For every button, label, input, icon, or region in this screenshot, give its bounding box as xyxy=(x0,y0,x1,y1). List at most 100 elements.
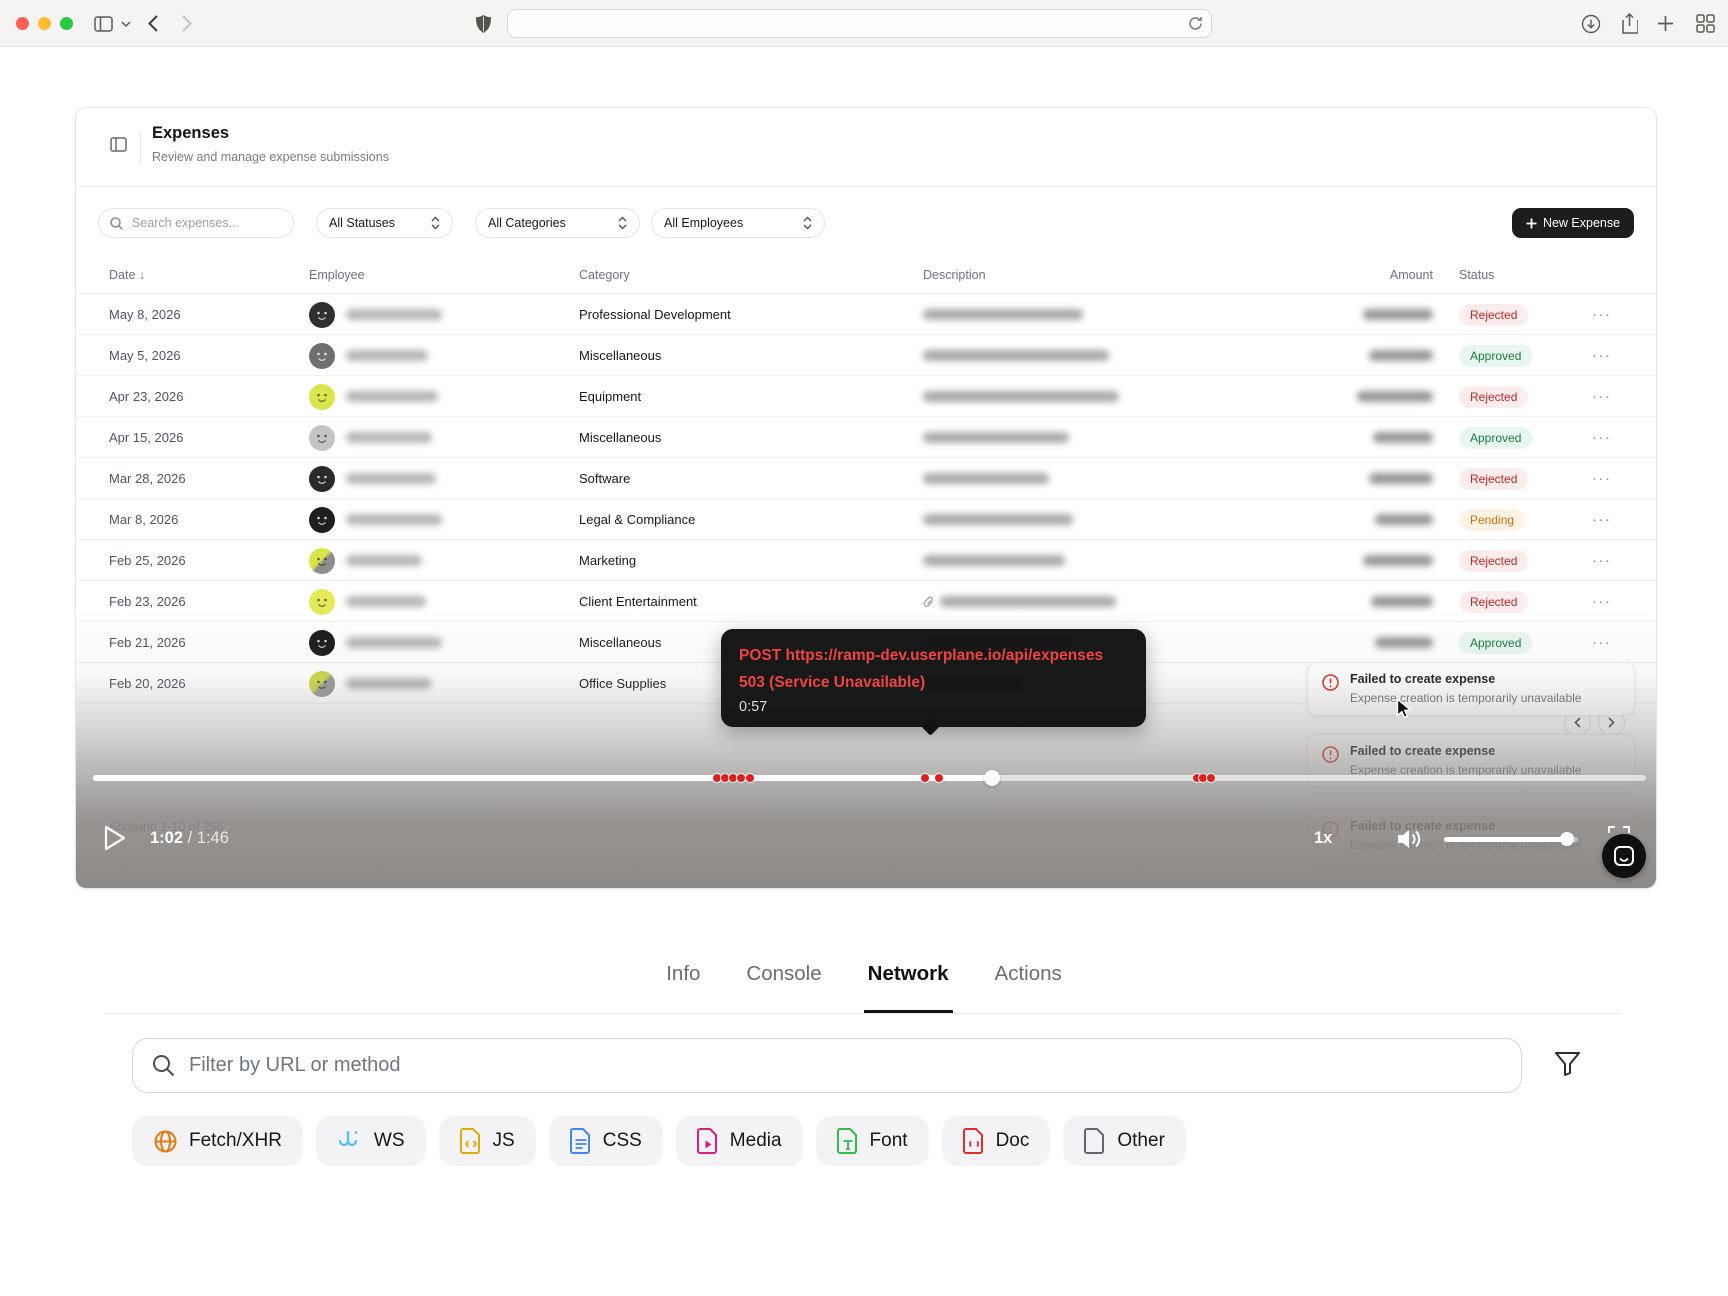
chip-doc[interactable]: Doc xyxy=(942,1116,1051,1166)
chip-label: WS xyxy=(374,1130,405,1152)
filter-select-all-employees[interactable]: All Employees xyxy=(651,208,825,238)
table-header: Date ↓ Employee Category Description Amo… xyxy=(76,258,1656,294)
column-header-description[interactable]: Description xyxy=(923,268,986,282)
tab-actions[interactable]: Actions xyxy=(995,962,1062,1014)
table-row[interactable]: May 8, 2026Professional DevelopmentRejec… xyxy=(76,294,1656,335)
playback-speed-button[interactable]: 1x xyxy=(1314,829,1332,848)
row-menu-button[interactable]: ··· xyxy=(1592,622,1622,663)
downloads-button[interactable] xyxy=(1578,0,1604,47)
alert-circle-icon xyxy=(1322,746,1339,763)
new-expense-button[interactable]: New Expense xyxy=(1512,208,1634,238)
redacted-amount xyxy=(1373,432,1433,443)
panel-toggle-icon[interactable] xyxy=(110,137,127,152)
network-error-marker[interactable] xyxy=(745,773,755,783)
filter-select-all-categories[interactable]: All Categories xyxy=(475,208,640,238)
chip-media[interactable]: Media xyxy=(676,1116,803,1166)
redacted-description xyxy=(923,391,1119,402)
shield-icon[interactable] xyxy=(470,0,496,47)
volume-handle[interactable] xyxy=(1560,832,1574,846)
alert-circle-icon xyxy=(1322,674,1339,691)
table-row[interactable]: Mar 28, 2026SoftwareRejected··· xyxy=(76,458,1656,499)
share-button[interactable] xyxy=(1616,0,1642,47)
play-button[interactable] xyxy=(104,825,126,851)
back-button[interactable] xyxy=(142,0,164,47)
sidebar-icon[interactable] xyxy=(88,0,118,47)
network-error-marker[interactable] xyxy=(934,773,944,783)
window-controls[interactable] xyxy=(16,17,73,30)
avatar xyxy=(309,671,335,697)
cell-status: Approved xyxy=(1459,335,1532,376)
column-header-date[interactable]: Date ↓ xyxy=(109,268,145,282)
cell-date: Mar 8, 2026 xyxy=(109,499,178,540)
row-menu-button[interactable]: ··· xyxy=(1592,376,1622,417)
chip-fetch-xhr[interactable]: Fetch/XHR xyxy=(132,1116,303,1166)
expenses-header: Expenses Review and manage expense submi… xyxy=(76,108,1656,187)
status-badge: Rejected xyxy=(1459,550,1528,572)
row-menu-button[interactable]: ··· xyxy=(1592,499,1622,540)
chip-other[interactable]: Other xyxy=(1063,1116,1186,1166)
playhead-handle[interactable] xyxy=(984,770,1000,786)
chip-js[interactable]: JS xyxy=(439,1116,536,1166)
volume-slider[interactable] xyxy=(1444,837,1578,842)
row-menu-button[interactable]: ··· xyxy=(1592,581,1622,622)
status-badge: Approved xyxy=(1459,427,1532,449)
forward-button[interactable] xyxy=(176,0,198,47)
tab-info[interactable]: Info xyxy=(666,962,700,1014)
cell-description xyxy=(923,540,1065,581)
network-error-marker[interactable] xyxy=(1206,773,1216,783)
zoom-window-button[interactable] xyxy=(60,17,73,30)
row-menu-button[interactable]: ··· xyxy=(1592,335,1622,376)
refresh-icon[interactable] xyxy=(1188,16,1203,31)
timeline-scrubber[interactable] xyxy=(93,775,1646,781)
table-row[interactable]: Feb 25, 2026MarketingRejected··· xyxy=(76,540,1656,581)
network-filter-input[interactable] xyxy=(189,1039,1499,1091)
table-row[interactable]: Feb 23, 2026Client EntertainmentRejected… xyxy=(76,581,1656,622)
column-header-category[interactable]: Category xyxy=(579,268,630,282)
table-row[interactable]: Mar 8, 2026Legal & CompliancePending··· xyxy=(76,499,1656,540)
session-replay-viewport: Expenses Review and manage expense submi… xyxy=(75,107,1657,889)
column-header-amount[interactable]: Amount xyxy=(1273,268,1433,282)
network-error-marker[interactable] xyxy=(920,773,930,783)
filter-select-all-statuses[interactable]: All Statuses xyxy=(316,208,453,238)
redacted-amount xyxy=(1375,514,1433,525)
tab-console[interactable]: Console xyxy=(746,962,821,1014)
column-header-status[interactable]: Status xyxy=(1459,268,1494,282)
table-row[interactable]: May 5, 2026MiscellaneousApproved··· xyxy=(76,335,1656,376)
cell-category: Legal & Compliance xyxy=(579,499,695,540)
new-tab-button[interactable] xyxy=(1652,0,1678,47)
replay-brand-button[interactable] xyxy=(1602,834,1646,878)
table-row[interactable]: Apr 15, 2026MiscellaneousApproved··· xyxy=(76,417,1656,458)
chip-font[interactable]: Font xyxy=(816,1116,929,1166)
row-menu-button[interactable]: ··· xyxy=(1592,540,1622,581)
status-badge: Rejected xyxy=(1459,468,1528,490)
status-badge: Approved xyxy=(1459,345,1532,367)
chip-css[interactable]: CSS xyxy=(549,1116,663,1166)
redacted-employee-name xyxy=(346,432,432,443)
search-expenses-field[interactable] xyxy=(98,208,294,238)
status-badge: Rejected xyxy=(1459,591,1528,613)
volume-icon[interactable] xyxy=(1394,826,1422,852)
redacted-description xyxy=(923,555,1065,566)
row-menu-button[interactable]: ··· xyxy=(1592,294,1622,335)
chip-label: Media xyxy=(730,1130,782,1152)
error-toast[interactable]: Failed to create expenseExpense creation… xyxy=(1307,662,1635,716)
row-menu-button[interactable]: ··· xyxy=(1592,458,1622,499)
column-header-employee[interactable]: Employee xyxy=(309,268,365,282)
row-menu-button[interactable]: ··· xyxy=(1592,417,1622,458)
tab-overview-button[interactable] xyxy=(1690,0,1720,47)
filter-funnel-icon[interactable] xyxy=(1554,1051,1581,1077)
address-bar[interactable] xyxy=(507,9,1212,38)
network-filter-field[interactable] xyxy=(132,1038,1522,1093)
chevron-down-icon[interactable] xyxy=(118,0,134,47)
address-input[interactable] xyxy=(518,10,1178,37)
cell-description xyxy=(923,335,1109,376)
minimize-window-button[interactable] xyxy=(38,17,51,30)
search-expenses-input[interactable] xyxy=(132,209,284,237)
select-value: All Categories xyxy=(488,216,566,230)
redacted-description xyxy=(940,596,1116,607)
tab-network[interactable]: Network xyxy=(868,962,949,1014)
chip-ws[interactable]: WS xyxy=(316,1116,426,1166)
close-window-button[interactable] xyxy=(16,17,29,30)
table-row[interactable]: Apr 23, 2026EquipmentRejected··· xyxy=(76,376,1656,417)
cell-employee xyxy=(309,581,426,622)
